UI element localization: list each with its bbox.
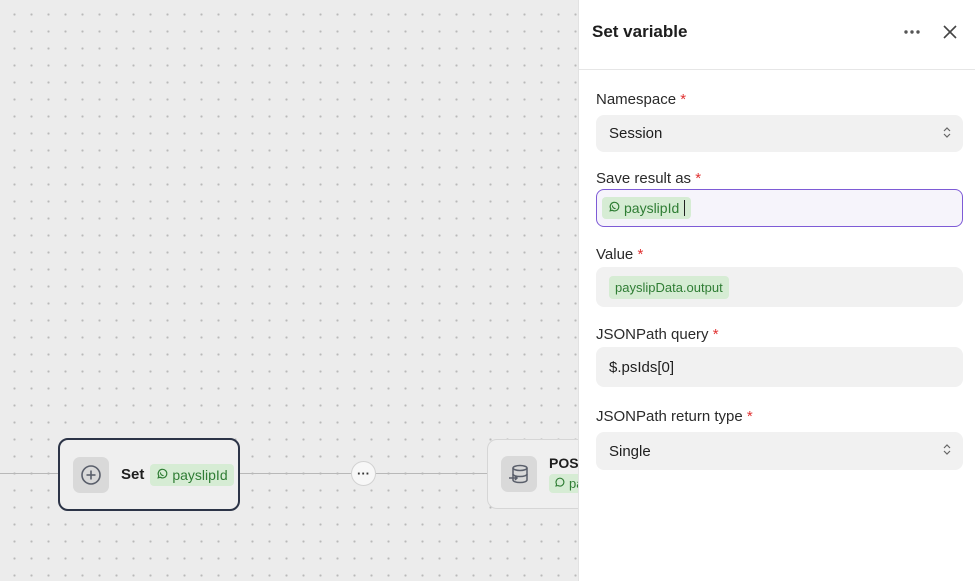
variable-tag[interactable]: payslipId [602, 197, 692, 219]
jsonpath-query-label-text: JSONPath query [596, 326, 709, 343]
value-label-text: Value [596, 246, 634, 263]
value-input[interactable]: payslipData.output [596, 267, 963, 307]
text-cursor [684, 200, 686, 216]
save-result-label-text: Save result as [596, 170, 692, 187]
more-options-button[interactable] [900, 20, 924, 44]
jsonpath-query-input[interactable]: $.psIds[0] [596, 347, 963, 387]
close-icon [943, 25, 957, 39]
select-arrows-icon [943, 125, 951, 142]
namespace-value: Session [609, 125, 663, 142]
edge-more-label: ··· [357, 466, 370, 481]
required-marker: * [695, 170, 702, 187]
whatsapp-icon [554, 476, 565, 491]
flow-canvas[interactable]: Set payslipId ··· POST [0, 0, 579, 581]
variable-tag: pa [549, 474, 579, 493]
jsonpath-return-label-text: JSONPath return type [596, 408, 743, 425]
whatsapp-icon [608, 200, 620, 216]
edge-left [0, 473, 58, 474]
jsonpath-return-value: Single [609, 442, 651, 460]
save-result-input[interactable]: payslipId [596, 189, 963, 227]
plus-circle-icon [73, 456, 109, 493]
namespace-select[interactable]: Session [596, 115, 963, 152]
save-result-label: Save result as * [596, 170, 701, 187]
node-title: POST [549, 455, 579, 471]
close-button[interactable] [938, 20, 962, 44]
required-marker: * [637, 246, 644, 263]
jsonpath-return-select[interactable]: Single [596, 432, 963, 470]
edge-more-button[interactable]: ··· [351, 461, 376, 486]
variable-tag: payslipId [150, 463, 234, 486]
variable-tag-label: payslipId [624, 200, 680, 216]
panel-title: Set variable [592, 22, 688, 41]
namespace-label: Namespace * [596, 91, 686, 108]
panel-header: Set variable [579, 0, 975, 70]
node-title: Set [121, 466, 145, 483]
more-horizontal-icon [904, 30, 920, 34]
namespace-label-text: Namespace [596, 91, 677, 108]
variable-tag-label: payslipId [172, 466, 228, 483]
jsonpath-return-label: JSONPath return type * [596, 408, 753, 425]
database-icon [501, 456, 537, 492]
set-variable-panel: Set variable Namespace * Session Save re… [578, 0, 975, 581]
jsonpath-query-value: $.psIds[0] [609, 358, 675, 376]
required-marker: * [712, 326, 719, 343]
post-request-node[interactable]: POST pa [487, 439, 579, 509]
value-label: Value * [596, 246, 643, 263]
required-marker: * [746, 408, 753, 425]
set-variable-node[interactable]: Set payslipId [58, 438, 240, 511]
whatsapp-icon [156, 467, 168, 483]
required-marker: * [680, 91, 687, 108]
jsonpath-query-label: JSONPath query * [596, 326, 719, 343]
value-tag[interactable]: payslipData.output [609, 275, 729, 299]
select-arrows-icon [943, 443, 951, 460]
